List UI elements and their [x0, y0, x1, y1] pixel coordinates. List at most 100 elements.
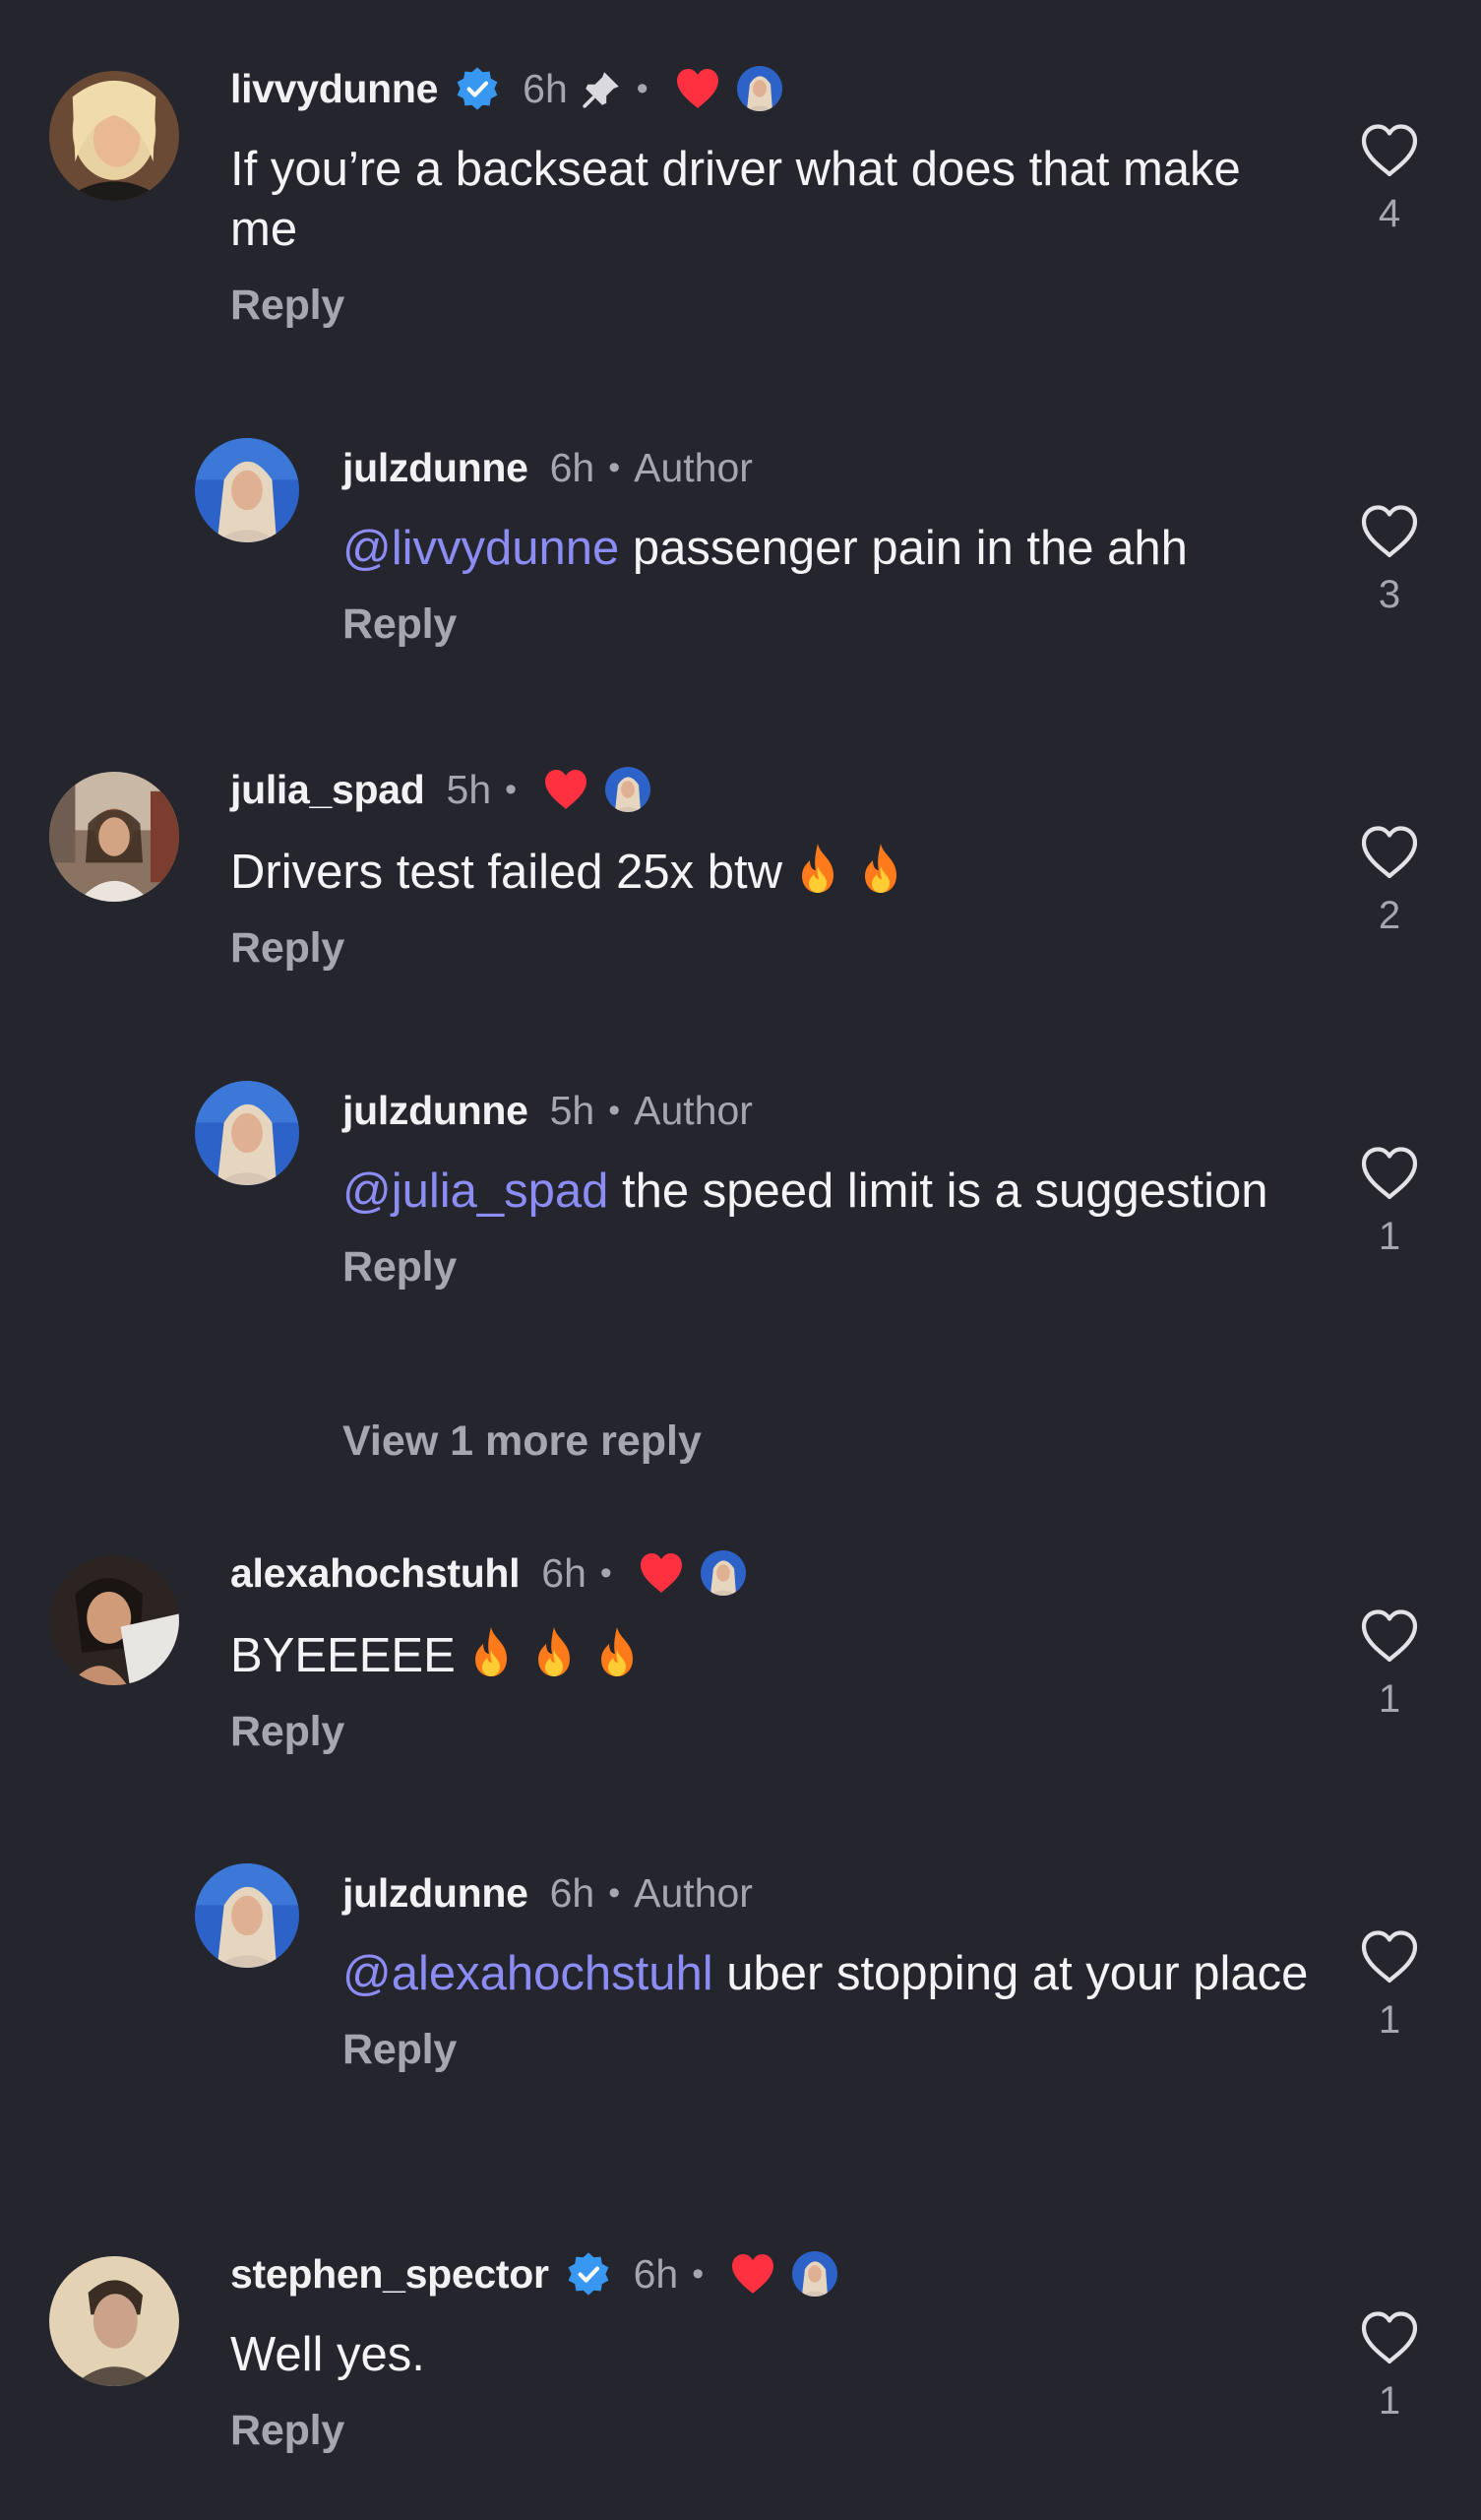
comment-text: If you’re a backseat driver what does th…	[230, 140, 1314, 260]
separator-dot: •	[599, 1553, 612, 1592]
creator-avatar-icon	[698, 1548, 748, 1598]
creator-avatar-icon	[790, 2249, 840, 2299]
heart-outline-icon[interactable]	[1360, 1146, 1419, 1201]
comment-text-segment: If you’re a backseat driver what does th…	[230, 143, 1241, 256]
like-control[interactable]: 1	[1358, 1146, 1421, 1259]
username[interactable]: alexahochstuhl	[230, 1550, 521, 1597]
reply-button[interactable]: Reply	[230, 1708, 1314, 1756]
comment-meta: julia_spad 5h •	[230, 760, 1314, 819]
separator-dot: •	[608, 1873, 621, 1912]
avatar-julzdunne[interactable]	[195, 1863, 299, 1968]
timestamp: 6h	[541, 1549, 586, 1596]
comment-content: julia_spad 5h • Drivers test failed 25x btw…	[230, 760, 1314, 973]
reply-button[interactable]: Reply	[342, 1243, 1314, 1292]
like-count: 2	[1378, 894, 1401, 937]
reply-button[interactable]: Reply	[230, 2407, 1314, 2455]
comment-text: Well yes.	[230, 2325, 1314, 2385]
timestamp: 5h	[549, 1087, 595, 1133]
comment-content: stephen_spector 6h • Well yes. Reply	[230, 2244, 1314, 2455]
fire-emoji	[790, 841, 845, 896]
mention-link[interactable]: @livvydunne	[342, 522, 619, 575]
heart-outline-icon[interactable]	[1360, 1929, 1419, 1984]
fire-emoji	[589, 1624, 645, 1679]
comment-text-segment: passenger pain in the ahh	[619, 522, 1188, 575]
separator-dot: •	[608, 448, 621, 486]
creator-liked-heart-icon	[674, 67, 721, 110]
timestamp: 6h	[549, 444, 595, 490]
avatar-julia-spad[interactable]	[49, 772, 179, 902]
avatar-julzdunne[interactable]	[195, 438, 299, 542]
comment-meta: julzdunne 6h • Author	[342, 438, 1314, 497]
mention-link[interactable]: @alexahochstuhl	[342, 1947, 713, 2000]
reply-button[interactable]: Reply	[342, 600, 1314, 649]
avatar-blonde-woman[interactable]	[49, 71, 179, 201]
author-label: Author	[634, 1087, 753, 1133]
creator-liked-heart-icon	[638, 1551, 685, 1595]
comment-text: BYEEEEE	[230, 1624, 1314, 1686]
like-control[interactable]: 1	[1358, 2310, 1421, 2424]
fire-emoji	[853, 841, 908, 896]
heart-outline-icon[interactable]	[1360, 123, 1419, 178]
comment-content: julzdunne 6h • Author @alexahochstuhl uber s…	[342, 1863, 1314, 2074]
mention-link[interactable]: @julia_spad	[342, 1165, 608, 1218]
like-count: 1	[1378, 2379, 1401, 2423]
comment-text-segment: uber stopping at your place	[712, 1947, 1309, 2000]
username[interactable]: julia_spad	[230, 767, 425, 813]
comments-feed: View 1 more reply livvydunne 6h • If you’re…	[0, 0, 1481, 2520]
separator-dot: •	[636, 69, 648, 107]
author-label: Author	[634, 444, 753, 490]
timestamp: 5h	[446, 766, 492, 812]
avatar-stephen-spector[interactable]	[49, 2256, 179, 2386]
like-count: 4	[1378, 192, 1401, 235]
comment-meta: stephen_spector 6h •	[230, 2244, 1314, 2303]
fire-emoji	[526, 1624, 582, 1679]
comment-meta: alexahochstuhl 6h •	[230, 1544, 1314, 1603]
reply-button[interactable]: Reply	[230, 924, 1314, 973]
timestamp: 6h	[549, 1869, 595, 1916]
separator-dot: •	[505, 770, 518, 808]
username[interactable]: livvydunne	[230, 66, 438, 112]
separator-dot: •	[692, 2254, 705, 2293]
avatar-julzdunne[interactable]	[195, 1081, 299, 1185]
comment-text-segment: BYEEEEE	[230, 1629, 456, 1682]
heart-outline-icon[interactable]	[1360, 1608, 1419, 1664]
username[interactable]: stephen_spector	[230, 2251, 549, 2298]
comment-text-segment: Well yes.	[230, 2328, 425, 2381]
reply-button[interactable]: Reply	[230, 282, 1314, 330]
like-control[interactable]: 1	[1358, 1929, 1421, 2043]
like-count: 1	[1378, 1677, 1401, 1721]
verified-badge-icon	[565, 2250, 612, 2298]
username[interactable]: julzdunne	[342, 1088, 528, 1134]
view-more-replies-button[interactable]: View 1 more reply	[342, 1418, 702, 1466]
timestamp: 6h	[633, 2250, 679, 2297]
comment-text: @julia_spad the speed limit is a suggest…	[342, 1162, 1314, 1222]
comment-text: @alexahochstuhl uber stopping at your pl…	[342, 1944, 1314, 2004]
reply-button[interactable]: Reply	[342, 2026, 1314, 2074]
comment-content: livvydunne 6h • If you’re a backseat driver…	[230, 59, 1314, 330]
username[interactable]: julzdunne	[342, 1870, 528, 1917]
creator-avatar-icon	[734, 64, 784, 113]
like-count: 1	[1378, 1998, 1401, 2042]
separator-dot: •	[608, 1091, 621, 1129]
comment-text: Drivers test failed 25x btw	[230, 841, 1314, 903]
verified-badge-icon	[454, 65, 501, 112]
comment-content: julzdunne 6h • Author @livvydunne passenger …	[342, 438, 1314, 649]
like-count: 1	[1378, 1215, 1401, 1258]
username[interactable]: julzdunne	[342, 445, 528, 491]
heart-outline-icon[interactable]	[1360, 504, 1419, 559]
like-control[interactable]: 3	[1358, 504, 1421, 617]
comment-meta: julzdunne 5h • Author	[342, 1081, 1314, 1140]
comment-meta: livvydunne 6h •	[230, 59, 1314, 118]
avatar-alexahochstuhl[interactable]	[49, 1555, 179, 1685]
heart-outline-icon[interactable]	[1360, 825, 1419, 880]
timestamp: 6h	[523, 65, 568, 111]
author-label: Author	[634, 1869, 753, 1916]
like-control[interactable]: 1	[1358, 1608, 1421, 1722]
comment-content: alexahochstuhl 6h • BYEEEEE Reply	[230, 1544, 1314, 1756]
comment-content: julzdunne 5h • Author @julia_spad the speed …	[342, 1081, 1314, 1292]
heart-outline-icon[interactable]	[1360, 2310, 1419, 2365]
comment-meta: julzdunne 6h • Author	[342, 1863, 1314, 1922]
like-control[interactable]: 4	[1358, 123, 1421, 236]
like-control[interactable]: 2	[1358, 825, 1421, 938]
creator-avatar-icon	[603, 765, 653, 814]
